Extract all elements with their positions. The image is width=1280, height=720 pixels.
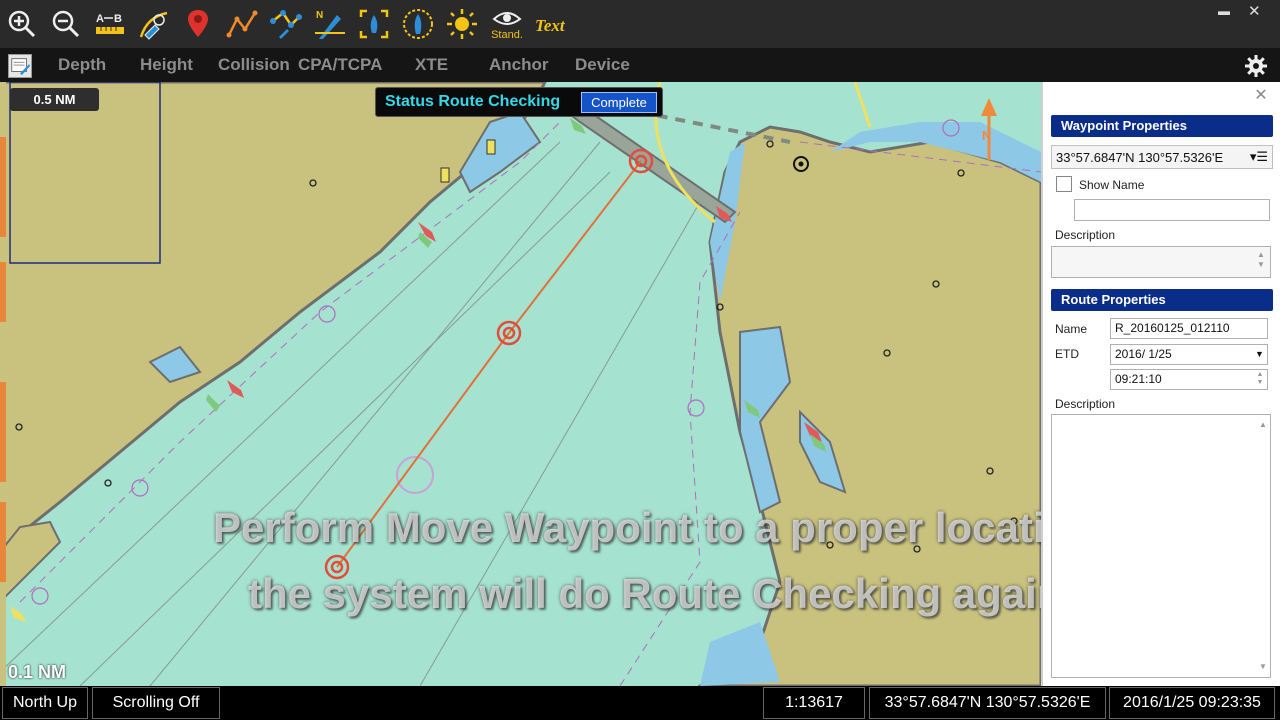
waypoint-description-scroll[interactable]: ▲ ▼ bbox=[1255, 250, 1267, 270]
waypoint-name-field[interactable] bbox=[1074, 199, 1270, 221]
etd-label: ETD bbox=[1055, 347, 1079, 361]
route-description-scroll-down[interactable]: ▼ bbox=[1257, 662, 1269, 672]
text-icon: Text bbox=[535, 16, 566, 35]
caption-line-1: Perform Move Waypoint to a proper locati… bbox=[213, 504, 1041, 551]
menu-height[interactable]: Height bbox=[140, 55, 193, 75]
zoom-in-icon bbox=[8, 10, 36, 38]
north-ship-icon: N bbox=[315, 10, 345, 39]
properties-panel: ✕ Waypoint Properties 33°57.6847'N 130°5… bbox=[1041, 82, 1280, 686]
menu-collision[interactable]: Collision bbox=[218, 55, 290, 75]
route-description-scroll-up[interactable]: ▲ bbox=[1257, 420, 1269, 430]
close-icon: ✕ bbox=[1248, 3, 1261, 20]
minimize-button[interactable]: ▬ bbox=[1218, 2, 1240, 22]
menu-depth[interactable]: Depth bbox=[58, 55, 106, 75]
route-name-label: Name bbox=[1055, 322, 1088, 336]
edit-route-button[interactable] bbox=[267, 4, 305, 44]
route-description-field[interactable] bbox=[1051, 414, 1271, 678]
etd-time-field[interactable]: 09:21:10 bbox=[1110, 369, 1268, 390]
settings-button[interactable] bbox=[1244, 54, 1268, 78]
svg-text:Stand.: Stand. bbox=[491, 29, 523, 41]
marker-button[interactable] bbox=[179, 4, 217, 44]
north-ship-button[interactable]: N bbox=[311, 4, 349, 44]
waypoint-description-field[interactable] bbox=[1051, 246, 1271, 278]
route-check-status: Status Route Checking Complete bbox=[375, 87, 663, 117]
current-datetime: 2016/1/25 09:23:35 bbox=[1109, 687, 1275, 719]
menu-anchor[interactable]: Anchor bbox=[489, 55, 549, 75]
orientation-toggle[interactable]: North Up bbox=[2, 687, 88, 719]
status-title: Status Route Checking bbox=[385, 93, 561, 110]
caption-line-2: the system will do Route Checking again. bbox=[248, 570, 1041, 617]
display-mode-button[interactable]: Stand. bbox=[487, 4, 527, 44]
menu-xte[interactable]: XTE bbox=[415, 55, 448, 75]
show-name-checkbox[interactable] bbox=[1056, 176, 1072, 192]
panel-close-button[interactable]: ✕ bbox=[1253, 88, 1269, 104]
target-ship-icon bbox=[403, 9, 433, 39]
info-button[interactable] bbox=[135, 4, 173, 44]
waypoint-properties-header: Waypoint Properties bbox=[1051, 115, 1273, 137]
route-properties-header: Route Properties bbox=[1051, 289, 1273, 311]
scale-indicator-top: 0.5 NM bbox=[10, 88, 99, 111]
close-window-button[interactable]: ✕ bbox=[1248, 2, 1270, 22]
show-name-label: Show Name bbox=[1079, 178, 1145, 192]
measure-ab-icon: A B bbox=[96, 13, 124, 34]
left-range-indicator bbox=[0, 82, 6, 686]
brightness-icon bbox=[447, 9, 477, 39]
svg-text:A: A bbox=[96, 13, 104, 25]
cursor-position: 33°57.6847'N 130°57.5326'E bbox=[869, 687, 1106, 719]
svg-text:N: N bbox=[316, 10, 323, 21]
waypoint-description-label: Description bbox=[1055, 228, 1116, 242]
breakwater bbox=[559, 106, 737, 224]
chart-view[interactable]: N 0.5 NM 0.1 NM Status Route Checking Co… bbox=[0, 82, 1041, 686]
waypoint-coordinate-field[interactable]: 33°57.6847'N 130°57.5326'E bbox=[1051, 145, 1273, 169]
status-bar: North Up Scrolling Off 1:13617 33°57.684… bbox=[0, 686, 1280, 720]
menu-device[interactable]: Device bbox=[575, 55, 630, 75]
chart-scale: 1:13617 bbox=[763, 687, 865, 719]
map-marker-icon bbox=[188, 10, 208, 37]
zoom-in-button[interactable] bbox=[3, 4, 41, 44]
route-icon bbox=[226, 10, 258, 38]
toolbar: A B N Stand. Text ▬ ✕ bbox=[0, 0, 1280, 48]
focus-ship-button[interactable] bbox=[355, 4, 393, 44]
info-icon bbox=[139, 11, 168, 40]
measure-button[interactable]: A B bbox=[91, 4, 129, 44]
land-northwest bbox=[0, 82, 547, 555]
edit-route-icon bbox=[270, 10, 302, 39]
svg-text:Text: Text bbox=[535, 16, 566, 35]
route-button[interactable] bbox=[223, 4, 261, 44]
zoom-out-icon bbox=[52, 10, 80, 38]
route-name-field[interactable]: R_20160125_012110 bbox=[1110, 318, 1268, 339]
app-logo[interactable] bbox=[8, 54, 32, 78]
chevron-down-icon[interactable]: ▼ bbox=[1255, 349, 1264, 359]
text-button[interactable]: Text bbox=[531, 4, 569, 44]
brightness-button[interactable] bbox=[443, 4, 481, 44]
scale-indicator-bottom: 0.1 NM bbox=[8, 662, 67, 682]
svg-text:N: N bbox=[982, 128, 991, 143]
menu-cpa-tcpa[interactable]: CPA/TCPA bbox=[298, 55, 382, 75]
coordinate-menu-button[interactable]: ▾☰ bbox=[1245, 145, 1273, 169]
focus-ship-icon bbox=[359, 9, 389, 39]
menu-bar: Depth Height Collision CPA/TCPA XTE Anch… bbox=[0, 48, 1280, 82]
gear-icon bbox=[1245, 55, 1267, 77]
ecdis-app: A B N Stand. Text ▬ ✕ Depth Height Colli… bbox=[0, 0, 1280, 720]
target-ship-button[interactable] bbox=[399, 4, 437, 44]
etd-date-field[interactable]: 2016/ 1/25 bbox=[1110, 344, 1268, 365]
etd-time-stepper[interactable]: ▲ ▼ bbox=[1254, 371, 1266, 387]
svg-text:B: B bbox=[114, 13, 122, 25]
minimize-icon: ▬ bbox=[1218, 4, 1230, 18]
route-description-label: Description bbox=[1055, 397, 1116, 411]
eye-icon: Stand. bbox=[491, 12, 523, 41]
app-logo-icon bbox=[11, 58, 31, 76]
zoom-out-button[interactable] bbox=[47, 4, 85, 44]
scrolling-toggle[interactable]: Scrolling Off bbox=[92, 687, 220, 719]
complete-button[interactable]: Complete bbox=[581, 92, 657, 113]
